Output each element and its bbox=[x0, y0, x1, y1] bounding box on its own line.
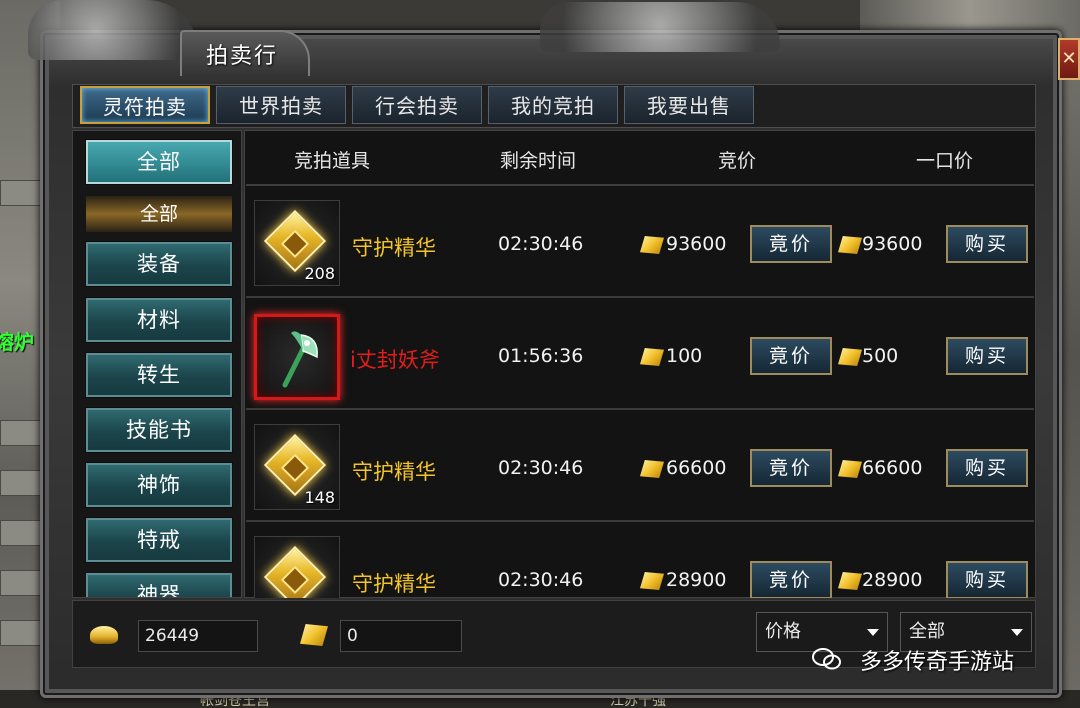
row-divider bbox=[246, 408, 1034, 410]
tab-sell[interactable]: 我要出售 bbox=[624, 86, 754, 124]
row-divider bbox=[246, 296, 1034, 298]
item-slot[interactable] bbox=[254, 536, 340, 598]
remaining-time: 02:30:46 bbox=[498, 233, 584, 255]
bid-button[interactable]: 竟价 bbox=[750, 225, 832, 263]
category-rebirth-button[interactable]: 转生 bbox=[85, 352, 233, 398]
buyout-price: 93600 bbox=[862, 233, 923, 255]
category-equipment-button[interactable]: 装备 bbox=[85, 241, 233, 287]
category-ring-button[interactable]: 特戒 bbox=[85, 517, 233, 563]
chevron-down-icon bbox=[1011, 629, 1023, 636]
item-name: i丈封妖斧 bbox=[350, 348, 440, 372]
talisman-balance-field: 0 bbox=[340, 620, 462, 652]
gold-ingot-icon bbox=[90, 626, 118, 644]
header-bid: 竞价 bbox=[718, 150, 757, 172]
watermark-text: 多多传奇手游站 bbox=[860, 650, 1015, 675]
filter-select-value: 全部 bbox=[909, 621, 945, 642]
item-name: 守护精华 bbox=[352, 236, 436, 260]
tab-talisman-auction[interactable]: 灵符拍卖 bbox=[80, 86, 210, 124]
axe-icon bbox=[282, 331, 318, 388]
header-buyout: 一口价 bbox=[916, 150, 974, 172]
tab-world-auction[interactable]: 世界拍卖 bbox=[216, 86, 346, 124]
item-slot[interactable]: 148 bbox=[254, 424, 340, 510]
buyout-price: 66600 bbox=[862, 457, 923, 479]
item-slot[interactable] bbox=[254, 314, 340, 400]
table-row[interactable]: 守护精华 02:30:46 28900 竟价 28900 购买 bbox=[246, 522, 1034, 598]
buy-button[interactable]: 购买 bbox=[946, 449, 1028, 487]
buy-button[interactable]: 购买 bbox=[946, 337, 1028, 375]
dragon-ornament-icon bbox=[28, 0, 198, 60]
buy-button[interactable]: 购买 bbox=[946, 225, 1028, 263]
essence-icon bbox=[263, 209, 327, 273]
dragon-ornament-icon bbox=[540, 2, 780, 52]
bid-button[interactable]: 竟价 bbox=[750, 561, 832, 598]
category-materials-button[interactable]: 材料 bbox=[85, 297, 233, 343]
bid-price: 66600 bbox=[666, 457, 727, 479]
header-time: 剩余时间 bbox=[500, 150, 577, 172]
map-label: 熔炉 bbox=[0, 330, 34, 354]
ingot-icon bbox=[640, 572, 664, 590]
tab-my-bids[interactable]: 我的竞拍 bbox=[488, 86, 618, 124]
bid-button[interactable]: 竟价 bbox=[750, 337, 832, 375]
wechat-icon bbox=[812, 648, 841, 670]
item-quantity: 148 bbox=[304, 488, 335, 507]
sort-select-value: 价格 bbox=[765, 621, 801, 642]
category-all-button[interactable]: 全部 bbox=[85, 139, 233, 185]
category-accessory-button[interactable]: 神饰 bbox=[85, 462, 233, 508]
bid-price: 100 bbox=[666, 345, 703, 367]
subcategory-all[interactable]: 全部 bbox=[86, 196, 232, 232]
remaining-time: 02:30:46 bbox=[498, 569, 584, 591]
essence-icon bbox=[263, 545, 327, 598]
header-divider bbox=[246, 184, 1034, 186]
ingot-icon bbox=[838, 572, 862, 590]
bid-price: 28900 bbox=[666, 569, 727, 591]
chevron-down-icon bbox=[867, 629, 879, 636]
category-clip: 神器 bbox=[86, 573, 232, 597]
item-quantity: 208 bbox=[304, 264, 335, 283]
gold-balance-field: 26449 bbox=[138, 620, 258, 652]
item-slot[interactable]: 208 bbox=[254, 200, 340, 286]
buyout-price: 500 bbox=[862, 345, 899, 367]
essence-icon bbox=[263, 433, 327, 497]
category-artifact-button[interactable]: 神器 bbox=[86, 573, 232, 597]
category-skillbook-button[interactable]: 技能书 bbox=[85, 407, 233, 453]
tab-guild-auction[interactable]: 行会拍卖 bbox=[352, 86, 482, 124]
item-name: 守护精华 bbox=[352, 572, 436, 596]
bid-button[interactable]: 竟价 bbox=[750, 449, 832, 487]
header-item: 竞拍道具 bbox=[294, 150, 371, 172]
buy-button[interactable]: 购买 bbox=[946, 561, 1028, 598]
close-button[interactable]: ✕ bbox=[1058, 38, 1080, 80]
buyout-price: 28900 bbox=[862, 569, 923, 591]
item-name: 守护精华 bbox=[352, 460, 436, 484]
window-title: 拍卖行 bbox=[206, 44, 279, 69]
bid-price: 93600 bbox=[666, 233, 727, 255]
remaining-time: 02:30:46 bbox=[498, 457, 584, 479]
remaining-time: 01:56:36 bbox=[498, 345, 584, 367]
